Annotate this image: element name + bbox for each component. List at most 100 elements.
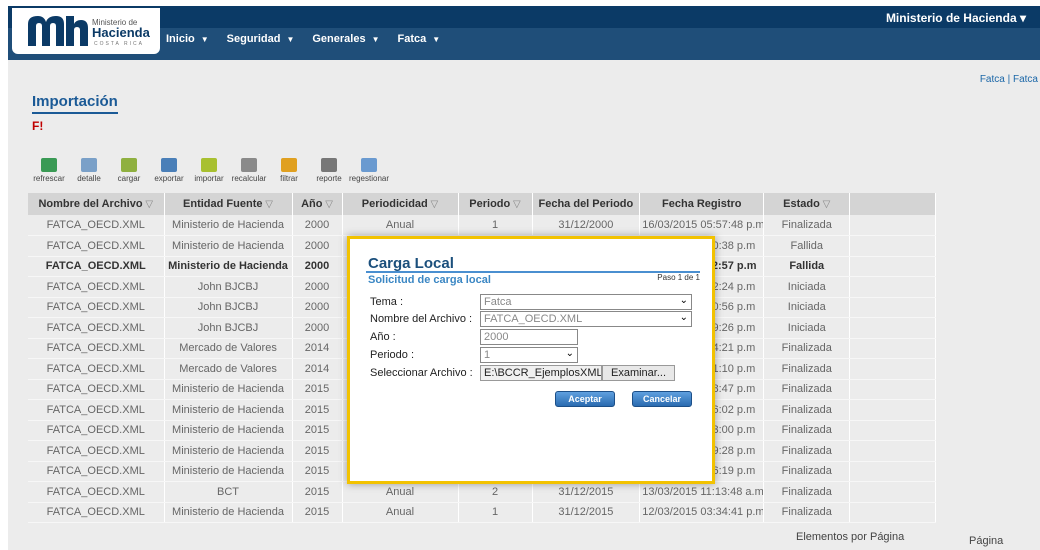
import-icon [201, 158, 217, 172]
table-cell: FATCA_OECD.XML [28, 399, 165, 421]
column-header[interactable]: Periodo ▽ [458, 193, 533, 215]
table-row[interactable]: FATCA_OECD.XML Ministerio de Hacienda 2000… [28, 215, 937, 236]
accept-button[interactable]: Aceptar [555, 391, 615, 407]
toolbar-button-refrescar[interactable]: refrescar [30, 158, 68, 188]
table-cell: Anual [342, 481, 459, 503]
file-row: Seleccionar Archivo : E:\BCCR_EjemplosXM… [370, 365, 676, 381]
table-cell: 2015 [292, 440, 343, 462]
chevron-down-icon: ⌄ [679, 312, 688, 323]
tema-label: Tema : [370, 296, 404, 308]
archivo-select[interactable]: FATCA_OECD.XML ⌄ [480, 311, 692, 327]
file-path-input[interactable]: E:\BCCR_EjemplosXML-l [480, 365, 602, 381]
sort-icon[interactable]: ▽ [820, 199, 831, 210]
menu-seguridad[interactable]: Seguridad ▼ [227, 33, 295, 45]
column-header[interactable]: Año ▽ [292, 193, 343, 215]
column-header[interactable]: Fecha del Periodo [532, 193, 641, 215]
column-header[interactable]: Estado ▽ [763, 193, 851, 215]
toolbar-button-detalle[interactable]: detalle [70, 158, 108, 188]
table-cell: Finalizada [763, 338, 851, 359]
mh-logo-mark [28, 16, 88, 46]
table-cell-empty [849, 338, 937, 359]
column-header[interactable]: Nombre del Archivo ▽ [28, 193, 165, 215]
table-cell: Anual [342, 502, 459, 523]
breadcrumb[interactable]: Fatca | Fatca [980, 74, 1038, 85]
table-cell-empty [849, 420, 937, 441]
user-menu[interactable]: Ministerio de Hacienda ▾ [886, 11, 1026, 25]
table-cell: FATCA_OECD.XML [28, 276, 165, 298]
step-indicator: Paso 1 de 1 [657, 273, 700, 282]
toolbar-button-regestionar[interactable]: regestionar [349, 158, 389, 188]
error-indicator: F! [32, 119, 44, 133]
table-cell-empty [849, 461, 937, 482]
periodo-label: Periodo : [370, 349, 415, 361]
column-header[interactable]: Fecha Registro [639, 193, 765, 215]
refresh-icon [41, 158, 57, 172]
toolbar-label: importar [194, 174, 224, 183]
upload-icon [121, 158, 137, 172]
archivo-label: Nombre del Archivo : [370, 313, 473, 325]
column-header-empty [849, 193, 937, 215]
toolbar-button-importar[interactable]: importar [190, 158, 228, 188]
table-cell: Ministerio de Hacienda [164, 399, 293, 421]
dialog-divider [366, 271, 700, 273]
table-row[interactable]: FATCA_OECD.XML Ministerio de Hacienda 2015… [28, 502, 937, 523]
file-label: Seleccionar Archivo : [370, 367, 473, 379]
logo: Ministerio de Hacienda COSTA RICA [12, 8, 160, 54]
chevron-down-icon: ⌄ [679, 295, 688, 306]
table-cell: Finalizada [763, 358, 851, 380]
table-cell: 1 [458, 215, 533, 236]
calculator-icon [241, 158, 257, 172]
column-header[interactable]: Entidad Fuente ▽ [164, 193, 293, 215]
table-cell: Finalizada [763, 461, 851, 482]
tema-select[interactable]: Fatca ⌄ [480, 294, 692, 310]
table-cell: Finalizada [763, 215, 851, 236]
table-cell: FATCA_OECD.XML [28, 215, 165, 236]
table-cell: FATCA_OECD.XML [28, 420, 165, 441]
page-label: Página [969, 535, 1004, 547]
table-cell: Finalizada [763, 420, 851, 441]
page-title: Importación [32, 93, 118, 114]
sort-icon[interactable]: ▽ [262, 199, 273, 210]
table-cell: Fallida [763, 256, 851, 277]
column-header[interactable]: Periodicidad ▽ [342, 193, 459, 215]
menu-generales[interactable]: Generales ▼ [312, 33, 379, 45]
chevron-down-icon: ▼ [286, 34, 295, 44]
table-cell-empty [849, 215, 937, 236]
anio-label: Año : [370, 331, 396, 343]
toolbar-button-cargar[interactable]: cargar [110, 158, 148, 188]
menu-inicio[interactable]: Inicio ▼ [166, 33, 209, 45]
table-cell: 13/03/2015 11:13:48 a.m [639, 481, 765, 503]
table-cell: 2000 [292, 317, 343, 339]
logo-line3: COSTA RICA [94, 41, 144, 47]
menu-fatca[interactable]: Fatca ▼ [398, 33, 441, 45]
toolbar-button-filtrar[interactable]: filtrar [270, 158, 308, 188]
anio-input[interactable]: 2000 [480, 329, 578, 345]
table-cell: 2000 [292, 297, 343, 318]
table-cell: 31/12/2015 [532, 481, 641, 503]
reprocess-icon [361, 158, 377, 172]
table-cell: 2000 [292, 235, 343, 257]
sort-icon[interactable]: ▽ [143, 199, 153, 210]
sort-icon[interactable]: ▽ [428, 199, 439, 210]
table-cell: Ministerio de Hacienda [164, 379, 293, 400]
table-cell: Mercado de Valores [164, 358, 293, 380]
toolbar-button-recalcular[interactable]: recalcular [230, 158, 268, 188]
table-header-row: Nombre del Archivo ▽ Entidad Fuente ▽ Año … [28, 193, 937, 215]
cancel-button[interactable]: Cancelar [632, 391, 692, 407]
toolbar-button-exportar[interactable]: exportar [150, 158, 188, 188]
table-cell-empty [849, 379, 937, 400]
toolbar-label: recalcular [231, 174, 267, 183]
tema-value: Fatca [484, 296, 512, 308]
periodo-select[interactable]: 1 ⌄ [480, 347, 578, 363]
sort-icon[interactable]: ▽ [322, 199, 333, 210]
dialog-title: Carga Local [368, 255, 454, 272]
table-cell: Iniciada [763, 297, 851, 318]
upload-dialog: Carga Local Solicitud de carga local Pas… [347, 236, 715, 484]
sort-icon[interactable]: ▽ [510, 199, 521, 210]
table-cell: FATCA_OECD.XML [28, 358, 165, 380]
toolbar-button-reporte[interactable]: reporte [310, 158, 348, 188]
table-cell: 2015 [292, 502, 343, 523]
browse-button[interactable]: Examinar... [602, 365, 676, 381]
table-row[interactable]: FATCA_OECD.XML BCT 2015 Anual 2 31/12/2015 13/… [28, 481, 937, 503]
toolbar: refrescar detalle cargar exportar importar re… [30, 158, 389, 188]
